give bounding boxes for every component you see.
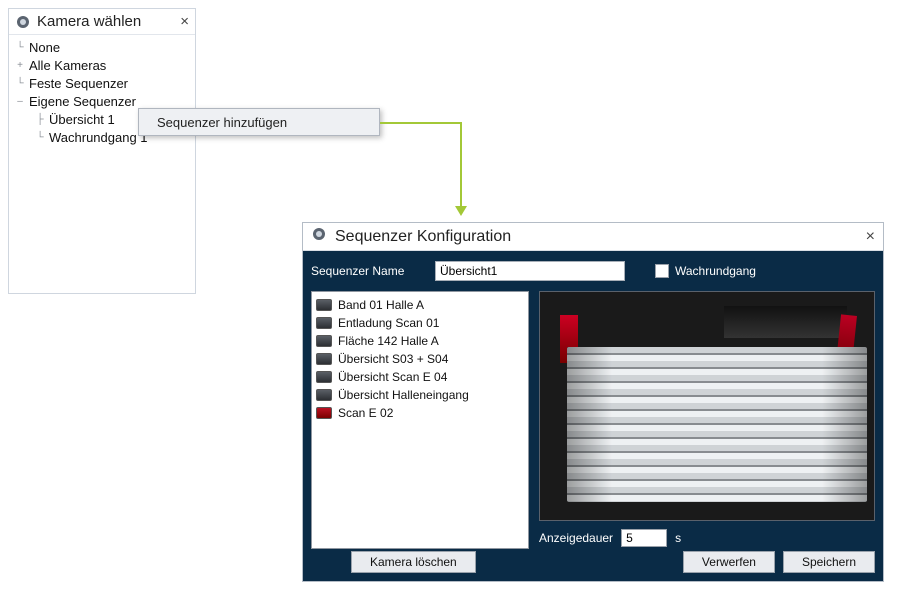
app-icon: [311, 226, 327, 247]
camera-select-titlebar: Kamera wählen ×: [9, 9, 195, 35]
app-icon: [15, 14, 31, 30]
list-item[interactable]: Übersicht Scan E 04: [316, 368, 524, 386]
sequencer-config-window: Sequenzer Konfiguration × Sequenzer Name…: [302, 222, 884, 582]
tree-branch-icon: └: [13, 39, 27, 57]
config-main: Band 01 Halle A Entladung Scan 01 Fläche…: [311, 291, 875, 549]
flow-arrow-head-icon: [455, 206, 467, 216]
patrol-checkbox[interactable]: Wachrundgang: [655, 264, 756, 278]
camera-label: Band 01 Halle A: [338, 298, 424, 312]
tree-item-label: Eigene Sequenzer: [29, 94, 136, 109]
duration-label: Anzeigedauer: [539, 531, 613, 545]
camera-select-title: Kamera wählen: [37, 13, 174, 30]
tree-branch-icon: └: [13, 75, 27, 93]
discard-button[interactable]: Verwerfen: [683, 551, 775, 573]
camera-label: Scan E 02: [338, 406, 393, 420]
config-button-row: Kamera löschen Verwerfen Speichern: [311, 551, 875, 573]
camera-select-window: Kamera wählen × └ None + Alle Kameras └ …: [8, 8, 196, 294]
tree-item-label: None: [29, 40, 60, 55]
camera-icon: [316, 299, 332, 311]
config-title: Sequenzer Konfiguration: [335, 228, 858, 246]
tree-item-label: Feste Sequenzer: [29, 76, 128, 91]
camera-icon: [316, 371, 332, 383]
camera-icon: [316, 407, 332, 419]
close-icon[interactable]: ×: [866, 228, 875, 246]
tree-item-label: Wachrundgang 1: [49, 130, 148, 145]
preview-content: [567, 347, 868, 502]
camera-icon: [316, 335, 332, 347]
sequencer-name-label: Sequenzer Name: [311, 264, 423, 278]
sequencer-name-input[interactable]: [435, 261, 625, 281]
camera-icon: [316, 317, 332, 329]
spacer: [484, 551, 675, 573]
camera-icon: [316, 353, 332, 365]
duration-input[interactable]: [621, 529, 667, 547]
camera-label: Fläche 142 Halle A: [338, 334, 439, 348]
tree-item-fixed-sequencers[interactable]: └ Feste Sequenzer: [13, 75, 193, 93]
camera-preview: [539, 291, 875, 521]
camera-label: Übersicht Scan E 04: [338, 370, 447, 384]
tree-branch-icon: ├: [33, 111, 47, 129]
context-menu-label: Sequenzer hinzufügen: [157, 115, 287, 130]
list-item[interactable]: Entladung Scan 01: [316, 314, 524, 332]
config-titlebar: Sequenzer Konfiguration ×: [303, 223, 883, 251]
camera-list[interactable]: Band 01 Halle A Entladung Scan 01 Fläche…: [311, 291, 529, 549]
camera-label: Entladung Scan 01: [338, 316, 439, 330]
camera-label: Übersicht S03 + S04: [338, 352, 448, 366]
camera-label: Übersicht Halleneingang: [338, 388, 469, 402]
duration-unit: s: [675, 531, 681, 545]
patrol-label: Wachrundgang: [675, 264, 756, 278]
list-item[interactable]: Übersicht S03 + S04: [316, 350, 524, 368]
list-item[interactable]: Scan E 02: [316, 404, 524, 422]
context-menu-add-sequencer[interactable]: Sequenzer hinzufügen: [138, 108, 380, 136]
list-item[interactable]: Fläche 142 Halle A: [316, 332, 524, 350]
checkbox-icon: [655, 264, 669, 278]
flow-arrow: [460, 122, 462, 208]
duration-row: Anzeigedauer s: [539, 527, 875, 549]
tree-item-all-cameras[interactable]: + Alle Kameras: [13, 57, 193, 75]
collapse-icon[interactable]: –: [13, 93, 27, 111]
preview-column: Anzeigedauer s: [539, 291, 875, 549]
name-row: Sequenzer Name Wachrundgang: [311, 259, 875, 283]
config-body: Sequenzer Name Wachrundgang Band 01 Hall…: [303, 251, 883, 581]
list-item[interactable]: Übersicht Halleneingang: [316, 386, 524, 404]
expand-icon[interactable]: +: [13, 57, 27, 75]
preview-detail: [724, 306, 848, 338]
tree-branch-icon: └: [33, 129, 47, 147]
tree-item-none[interactable]: └ None: [13, 39, 193, 57]
list-item[interactable]: Band 01 Halle A: [316, 296, 524, 314]
tree-item-label: Übersicht 1: [49, 112, 115, 127]
tree-item-label: Alle Kameras: [29, 58, 106, 73]
save-button[interactable]: Speichern: [783, 551, 875, 573]
camera-icon: [316, 389, 332, 401]
delete-camera-button[interactable]: Kamera löschen: [351, 551, 476, 573]
close-icon[interactable]: ×: [180, 13, 189, 30]
flow-arrow: [380, 122, 462, 124]
